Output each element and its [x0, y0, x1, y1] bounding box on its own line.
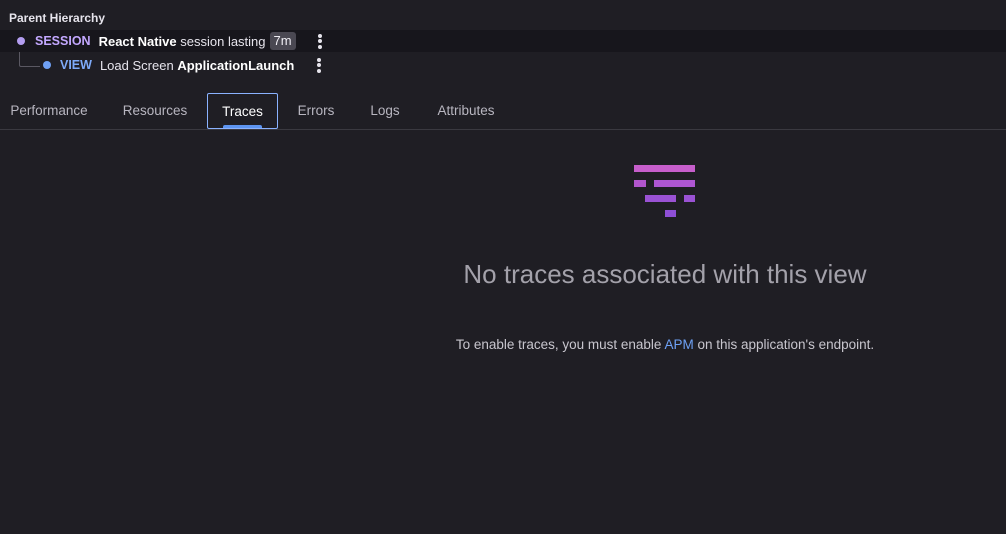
session-more-options-icon[interactable] [317, 33, 322, 49]
tab-errors[interactable]: Errors [288, 93, 344, 127]
session-description: session lasting [180, 33, 266, 49]
session-app-name: React Native [98, 33, 177, 49]
hierarchy-row-view[interactable]: VIEW Load Screen ApplicationLaunch [0, 54, 340, 76]
session-duration-badge: 7m [269, 32, 296, 50]
tab-resources[interactable]: Resources [112, 93, 198, 127]
apm-link[interactable]: APM [664, 337, 693, 352]
view-more-options-icon[interactable] [317, 57, 322, 73]
empty-state-description: To enable traces, you must enable APM on… [455, 337, 875, 352]
tab-performance[interactable]: Performance [0, 93, 98, 127]
view-dot-icon [43, 61, 51, 69]
empty-state-title: No traces associated with this view [463, 259, 867, 289]
rum-view-panel: Parent Hierarchy SESSION React Native se… [0, 0, 1006, 534]
session-type-label: SESSION [35, 34, 91, 48]
hierarchy-row-session[interactable]: SESSION React Native session lasting 7m [0, 30, 1006, 52]
tab-attributes[interactable]: Attributes [428, 93, 504, 127]
view-name-prefix: Load Screen [99, 57, 174, 73]
tab-logs[interactable]: Logs [360, 93, 410, 127]
tab-bar: Performance Resources Traces Errors Logs… [0, 93, 1006, 130]
view-type-label: VIEW [60, 58, 92, 72]
traces-filter-icon [634, 165, 695, 217]
session-dot-icon [17, 37, 25, 45]
parent-hierarchy-title: Parent Hierarchy [9, 11, 106, 25]
tab-traces[interactable]: Traces [207, 93, 278, 129]
view-name: ApplicationLaunch [177, 57, 295, 73]
